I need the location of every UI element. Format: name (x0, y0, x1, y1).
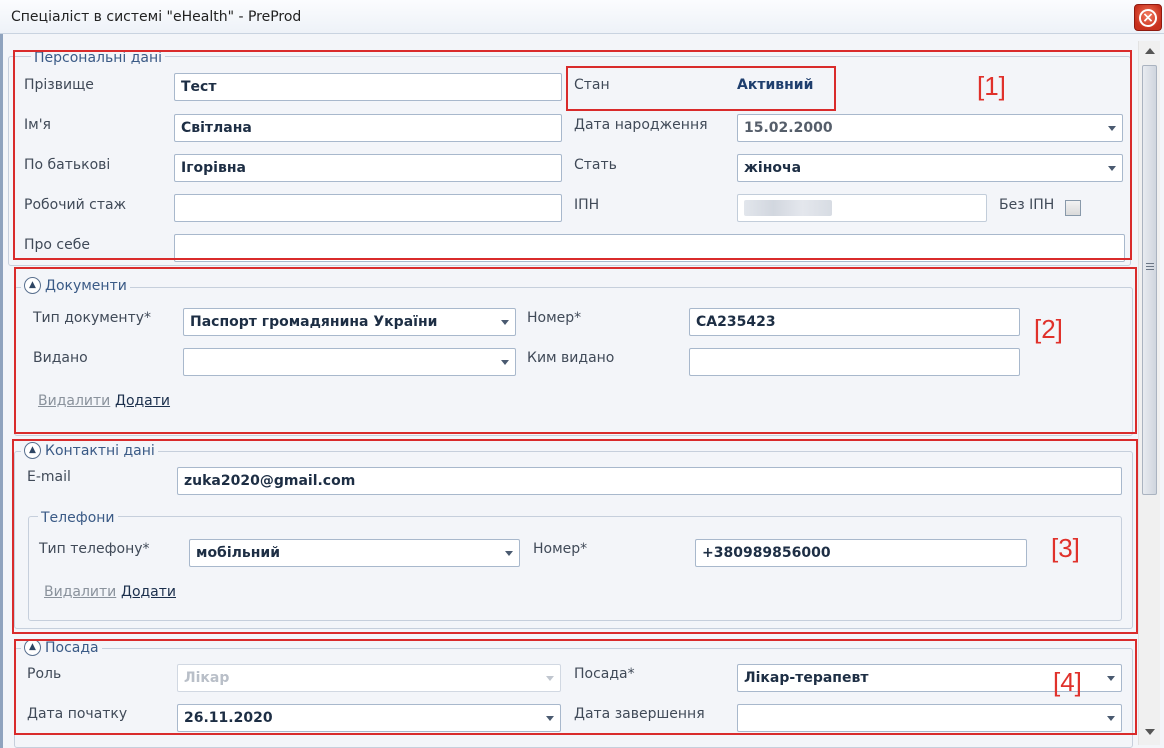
annotation-box-2 (14, 267, 1137, 434)
scroll-down-icon[interactable] (1145, 729, 1155, 735)
annotation-label-2: [2] (1034, 314, 1063, 344)
annotation-label-1: [1] (977, 71, 1006, 101)
close-button[interactable]: × (1134, 4, 1162, 31)
scroll-up-icon[interactable] (1145, 48, 1155, 54)
grip-line (1146, 263, 1154, 264)
grip-line (1146, 269, 1154, 270)
vertical-scrollbar[interactable] (1138, 41, 1160, 745)
annotation-label-4: [4] (1053, 667, 1082, 697)
annotation-label-3: [3] (1051, 533, 1080, 563)
scrollbar-thumb[interactable] (1142, 65, 1157, 495)
close-icon: × (1139, 8, 1157, 27)
annotation-box-status (566, 66, 836, 111)
grip-line (1146, 266, 1154, 267)
annotation-box-4 (14, 639, 1137, 735)
window-title: Спеціаліст в системі "eHealth" - PreProd (11, 9, 302, 25)
title-bar: Спеціаліст в системі "eHealth" - PreProd… (0, 0, 1164, 34)
annotation-box-3 (12, 439, 1138, 634)
form-content: Персональні дані Прізвище Тест Ім'я Світ… (0, 34, 1164, 748)
